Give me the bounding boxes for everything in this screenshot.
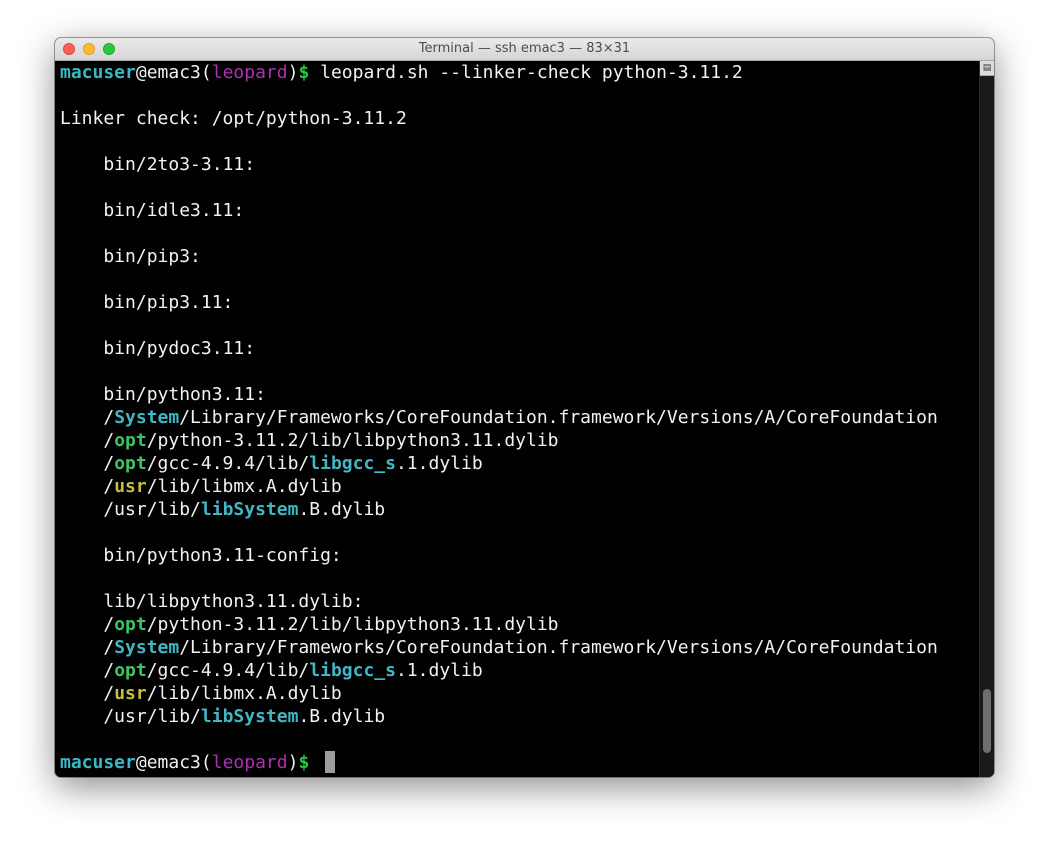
output-line: bin/2to3-3.11: [60,154,256,175]
terminal-window: Terminal — ssh emac3 — 83×31 macuser@ema… [55,38,994,777]
dylib-line: /opt/python-3.11.2/lib/libpython3.11.dyl… [60,614,559,635]
prompt-user: macuser [60,752,136,773]
prompt-env: leopard [211,62,288,83]
command-text: leopard.sh --linker-check python-3.11.2 [309,62,743,83]
split-view-icon[interactable]: ▤ [980,61,994,76]
prompt-open-paren: ( [200,62,212,83]
dylib-line: /usr/lib/libmx.A.dylib [60,476,342,497]
dylib-line: /usr/lib/libSystem.B.dylib [60,499,386,520]
prompt-host: @emac3 [135,752,201,773]
prompt-line-2: macuser@emac3(leopard)$ [60,752,310,773]
prompt-host: @emac3 [135,62,201,83]
prompt-user: macuser [60,62,136,83]
output-line: bin/python3.11-config: [60,545,342,566]
output-line: bin/pip3.11: [60,292,234,313]
text-cursor [325,751,335,773]
terminal-output[interactable]: macuser@emac3(leopard)$ leopard.sh --lin… [55,61,980,777]
dylib-line: /System/Library/Frameworks/CoreFoundatio… [60,407,938,428]
prompt-env: leopard [211,752,288,773]
output-line: lib/libpython3.11.dylib: [60,591,364,612]
prompt-dollar: $ [298,752,310,773]
output-line: bin/python3.11: [60,384,266,405]
vertical-scrollbar[interactable]: ▤ [979,61,994,777]
dylib-line: /System/Library/Frameworks/CoreFoundatio… [60,637,938,658]
prompt-line-1: macuser@emac3(leopard)$ leopard.sh --lin… [60,61,743,84]
dylib-line: /opt/gcc-4.9.4/lib/libgcc_s.1.dylib [60,453,483,474]
window-title: Terminal — ssh emac3 — 83×31 [418,41,631,56]
output-line: bin/pydoc3.11: [60,338,256,359]
scroll-thumb[interactable] [983,689,991,753]
output-line: bin/pip3: [60,246,201,267]
linker-heading: Linker check: /opt/python-3.11.2 [60,108,407,129]
dylib-line: /usr/lib/libmx.A.dylib [60,683,342,704]
prompt-dollar: $ [298,62,310,83]
dylib-line: /opt/gcc-4.9.4/lib/libgcc_s.1.dylib [60,660,483,681]
title-bar[interactable]: Terminal — ssh emac3 — 83×31 [55,38,994,61]
dylib-line: /opt/python-3.11.2/lib/libpython3.11.dyl… [60,430,559,451]
prompt-close-paren: ) [287,62,299,83]
dylib-line: /usr/lib/libSystem.B.dylib [60,706,386,727]
output-line: bin/idle3.11: [60,200,245,221]
